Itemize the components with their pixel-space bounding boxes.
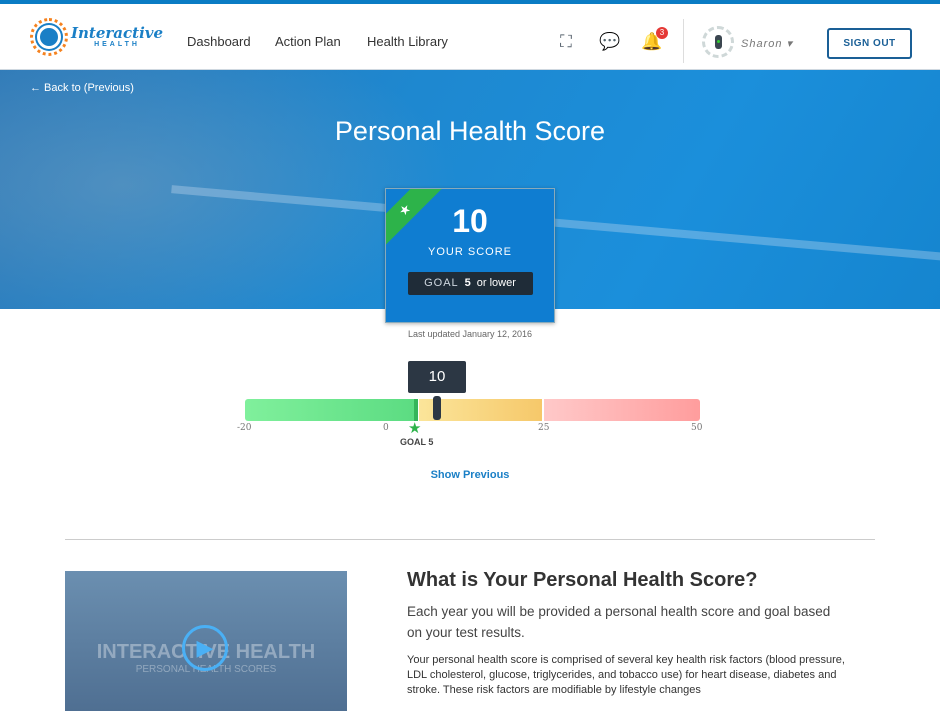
goal-marker-label: GOAL 5 bbox=[400, 437, 434, 447]
score-label: YOUR SCORE bbox=[428, 246, 512, 258]
chevron-down-icon: ▾ bbox=[786, 38, 794, 50]
page-title: Personal Health Score bbox=[334, 116, 606, 146]
show-previous-link[interactable]: Show Previous bbox=[431, 469, 510, 481]
sun-logo-icon bbox=[30, 18, 68, 56]
play-icon[interactable]: ▶ bbox=[182, 625, 228, 671]
current-score-tooltip: 10 bbox=[408, 361, 466, 393]
divider bbox=[683, 19, 684, 63]
user-menu[interactable]: Sharon ▾ bbox=[741, 37, 793, 50]
header: Interactive HEALTH Dashboard Action Plan … bbox=[0, 4, 940, 70]
goal-star-icon: ★ bbox=[408, 420, 422, 437]
goal-suffix: or lower bbox=[476, 277, 516, 289]
divider bbox=[65, 539, 875, 540]
chat-icon[interactable]: 💬 bbox=[599, 32, 620, 52]
user-name: Sharon bbox=[741, 38, 783, 50]
avatar[interactable] bbox=[702, 26, 734, 58]
logo[interactable]: Interactive HEALTH bbox=[30, 18, 163, 56]
score-marker bbox=[433, 396, 441, 420]
body-text: Your personal health score is comprised … bbox=[407, 654, 845, 696]
nav-dashboard[interactable]: Dashboard bbox=[187, 34, 251, 49]
goal-value: 5 bbox=[464, 277, 471, 289]
back-link[interactable]: ← Back to (Previous) bbox=[30, 82, 134, 94]
sign-out-button[interactable]: SIGN OUT bbox=[827, 28, 912, 59]
nav-health-library[interactable]: Health Library bbox=[367, 34, 448, 49]
tick-label: -20 bbox=[237, 423, 252, 433]
notification-badge: 3 bbox=[656, 27, 668, 39]
zone-red bbox=[544, 399, 700, 421]
score-card: ★ 10 YOUR SCORE GOAL 5 or lower bbox=[385, 188, 555, 323]
logo-subtext: HEALTH bbox=[94, 41, 140, 48]
logo-text: Interactive bbox=[71, 24, 164, 42]
goal-box: GOAL 5 or lower bbox=[407, 272, 533, 295]
tick-label: 50 bbox=[691, 423, 703, 433]
tick-label: 0 bbox=[383, 423, 389, 433]
intro-text: Each year you will be provided a persona… bbox=[407, 604, 831, 640]
nav-action-plan[interactable]: Action Plan bbox=[275, 34, 341, 49]
map-icon[interactable]: ⛶ bbox=[556, 32, 576, 52]
goal-label: GOAL bbox=[424, 277, 459, 289]
zone-green bbox=[245, 399, 418, 421]
tick-label: 25 bbox=[538, 423, 550, 433]
section-heading: What is Your Personal Health Score? bbox=[407, 569, 758, 591]
last-updated: Last updated January 12, 2016 bbox=[407, 329, 533, 339]
